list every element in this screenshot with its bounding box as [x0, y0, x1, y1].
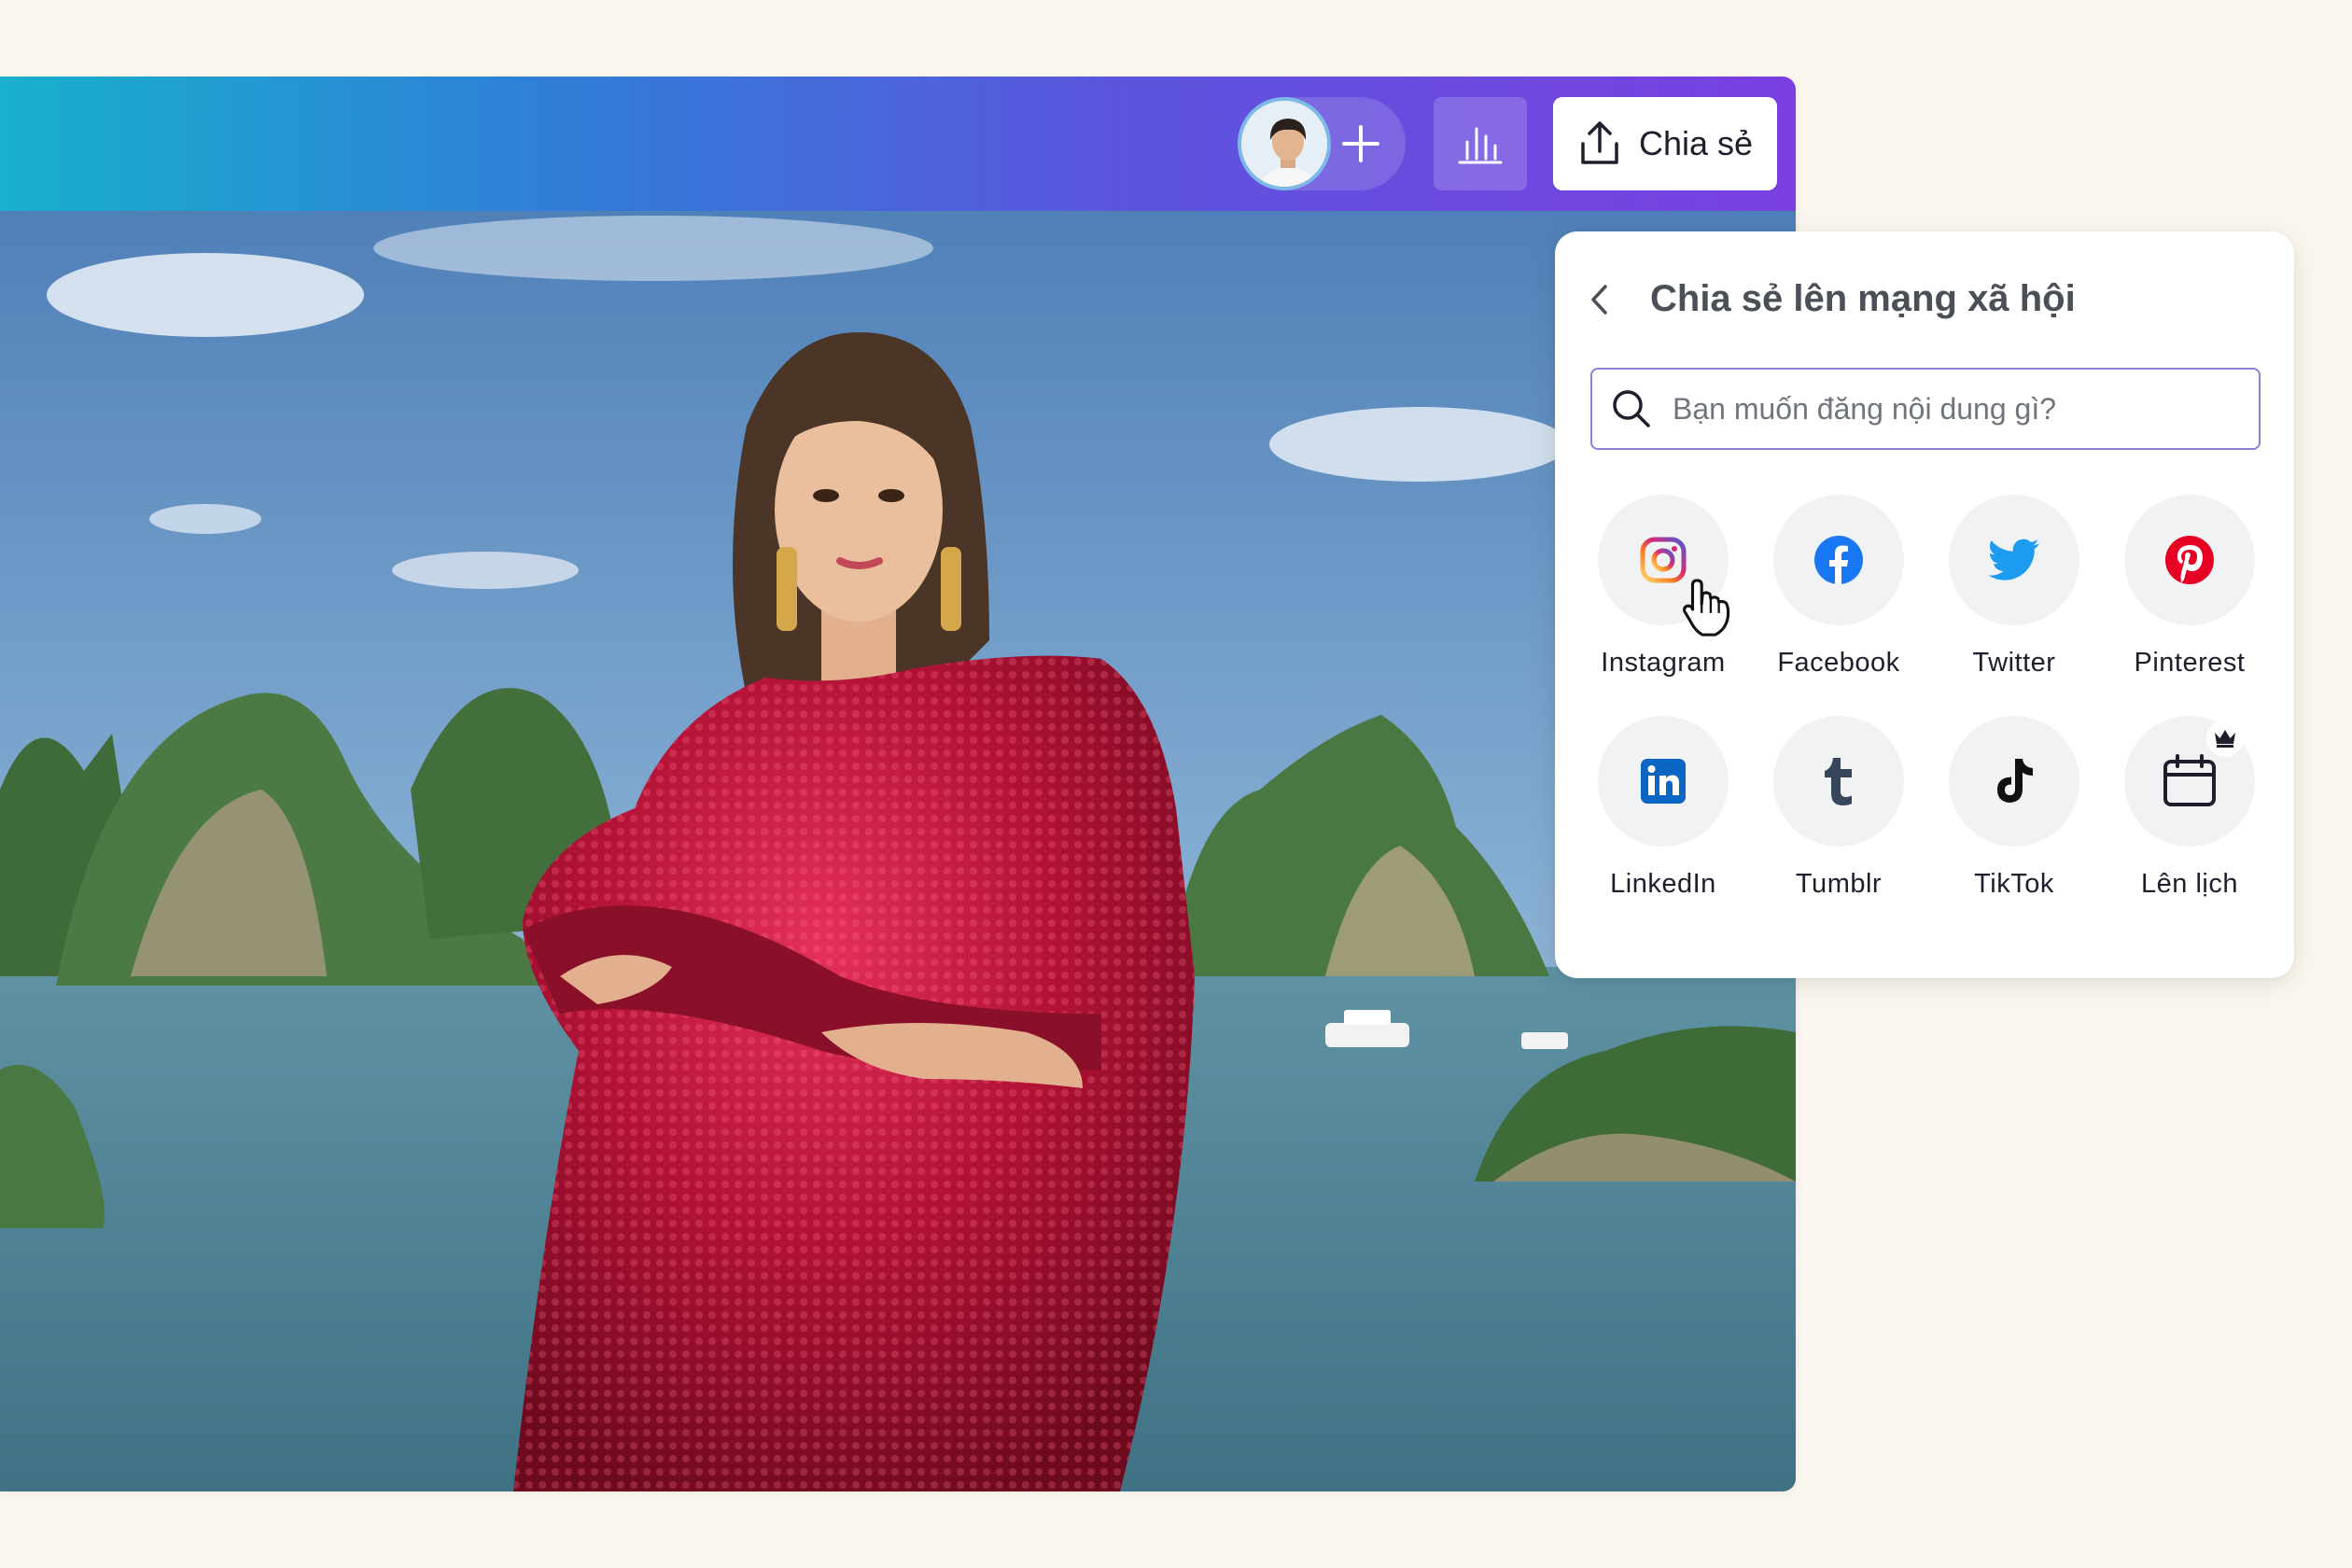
share-linkedin-tile[interactable]: LinkedIn — [1575, 716, 1751, 900]
share-tumblr-tile[interactable]: Tumblr — [1751, 716, 1926, 900]
share-pinterest-tile[interactable]: Pinterest — [2102, 495, 2277, 679]
facebook-label: Facebook — [1777, 648, 1900, 678]
design-canvas-photo[interactable] — [0, 211, 1796, 1491]
photo-image — [0, 211, 1796, 1491]
instagram-label: Instagram — [1601, 648, 1726, 678]
share-button[interactable]: Chia sẻ — [1553, 97, 1777, 190]
share-instagram-tile[interactable]: Instagram — [1575, 495, 1751, 679]
panel-header: Chia sẻ lên mạng xã hội — [1589, 278, 2076, 320]
panel-title: Chia sẻ lên mạng xã hội — [1650, 278, 2076, 319]
search-icon — [1613, 390, 1650, 427]
share-facebook-tile[interactable]: Facebook — [1751, 495, 1926, 679]
facebook-icon — [1814, 536, 1863, 584]
tumblr-label: Tumblr — [1795, 869, 1883, 899]
instagram-button[interactable] — [1598, 495, 1729, 625]
editor-window: Chia sẻ — [0, 77, 1796, 1491]
schedule-label: Lên lịch — [2141, 869, 2238, 899]
tiktok-label: TikTok — [1974, 869, 2054, 899]
share-tiktok-tile[interactable]: TikTok — [1926, 716, 2102, 900]
insights-button[interactable] — [1434, 97, 1527, 190]
linkedin-icon — [1641, 759, 1686, 804]
post-search-field[interactable] — [1590, 368, 2261, 450]
tiktok-icon — [1997, 759, 2033, 803]
twitter-button[interactable] — [1949, 495, 2079, 625]
facebook-button[interactable] — [1773, 495, 1904, 625]
twitter-icon — [1988, 539, 2039, 581]
tiktok-button[interactable] — [1949, 716, 2079, 847]
search-input[interactable] — [1673, 391, 2233, 427]
pinterest-icon — [2165, 536, 2214, 584]
tumblr-icon — [1825, 758, 1852, 805]
pinterest-label: Pinterest — [2134, 648, 2246, 678]
share-twitter-tile[interactable]: Twitter — [1926, 495, 2102, 679]
share-social-panel: Chia sẻ lên mạng xã hội Bạn muốn đăng nộ… — [1555, 231, 2294, 978]
social-platform-grid: Instagram Facebook Twitter Pinterest Lin… — [1555, 495, 2294, 900]
pinterest-button[interactable] — [2124, 495, 2255, 625]
add-collaborator-button[interactable] — [1314, 97, 1407, 190]
editor-topbar: Chia sẻ — [0, 77, 1796, 211]
twitter-label: Twitter — [1972, 648, 2056, 678]
upload-icon — [1581, 121, 1618, 164]
share-button-label: Chia sẻ — [1638, 124, 1754, 162]
instagram-icon — [1640, 537, 1687, 583]
linkedin-label: LinkedIn — [1610, 869, 1716, 899]
premium-crown-badge — [2206, 720, 2244, 757]
crown-icon — [2215, 730, 2235, 748]
plus-icon — [1342, 125, 1379, 162]
schedule-tile[interactable]: Lên lịch — [2102, 716, 2277, 900]
calendar-icon — [2163, 754, 2216, 806]
back-button[interactable] — [1589, 281, 1617, 318]
tumblr-button[interactable] — [1773, 716, 1904, 847]
chevron-left-icon — [1591, 284, 1607, 315]
linkedin-button[interactable] — [1598, 716, 1729, 847]
bar-chart-icon — [1458, 127, 1503, 164]
